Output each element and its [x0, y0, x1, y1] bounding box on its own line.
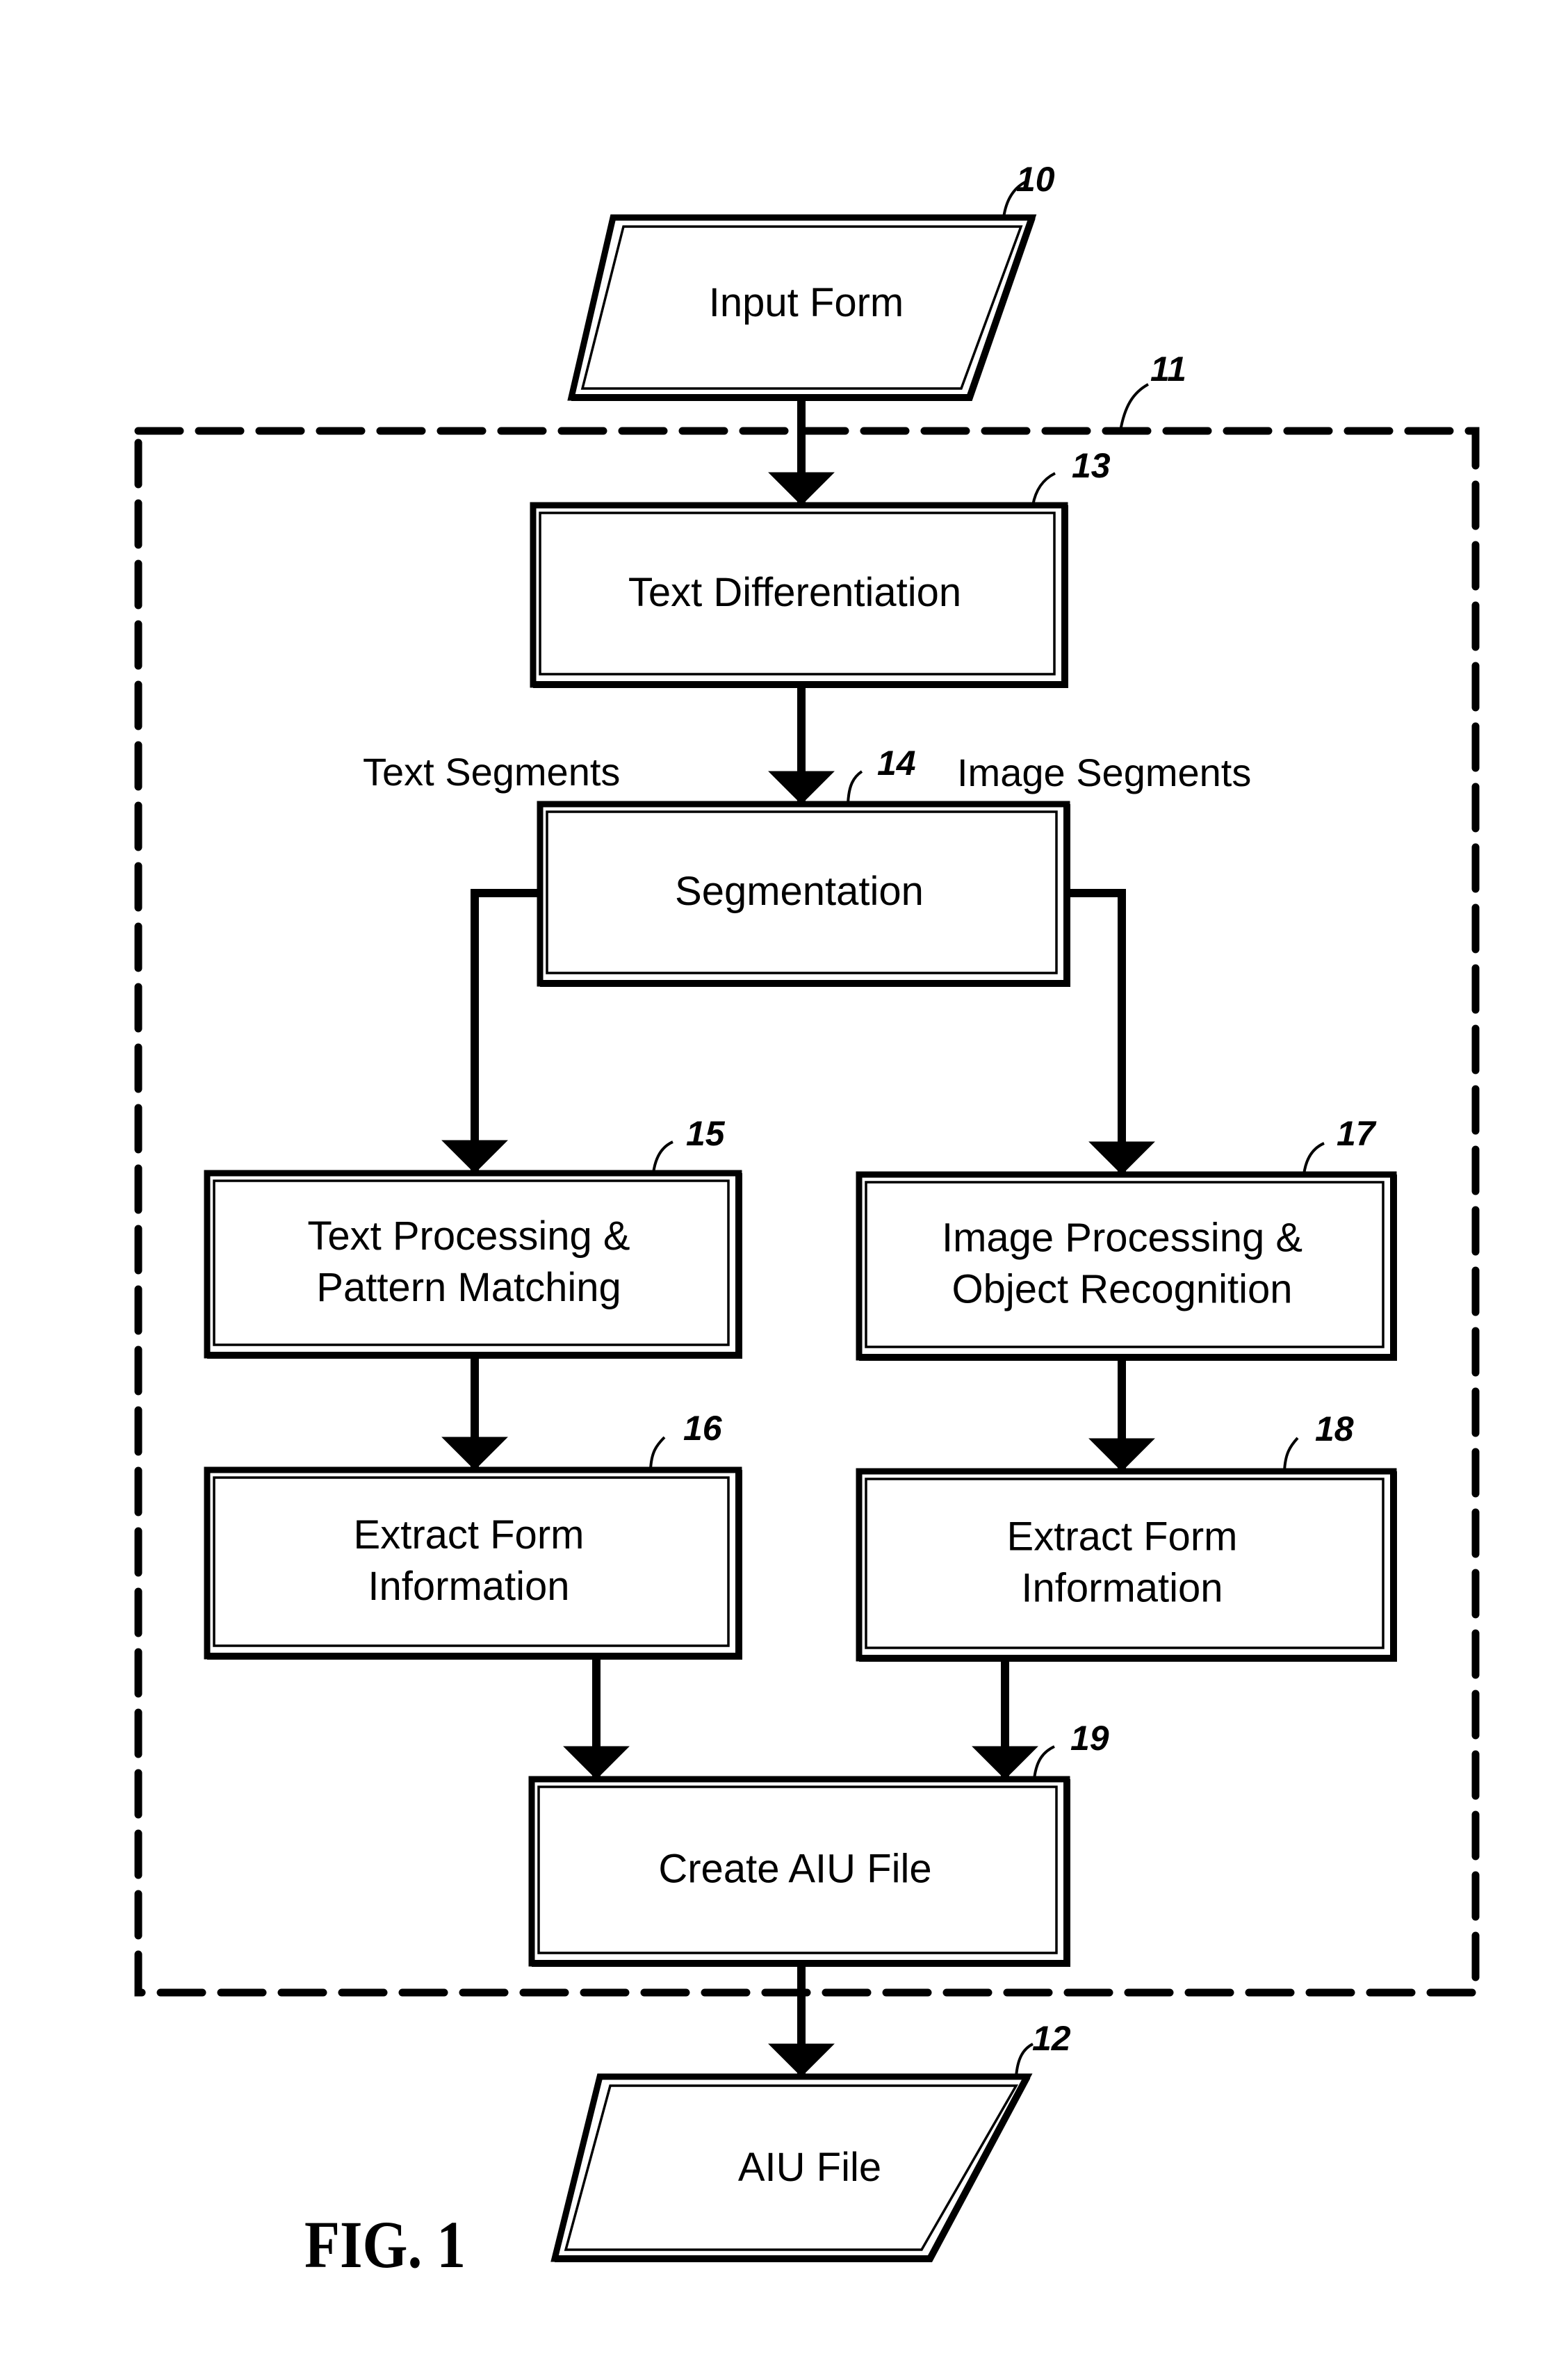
ref-leader-line	[649, 1436, 666, 1471]
node-text-differentiation: Text Differentiation 13	[530, 446, 1111, 688]
ref-number: 18	[1315, 1409, 1354, 1448]
node-image-processing: Image Processing & Object Recognition 17	[856, 1114, 1397, 1361]
node-label: Information	[1021, 1566, 1223, 1611]
node-create-aiu-file: Create AIU File 19	[528, 1719, 1109, 1967]
node-shape	[204, 1170, 742, 1359]
ref-number-frame: 11	[1150, 350, 1186, 389]
node-label: Text Processing &	[307, 1213, 630, 1259]
edge-label-text-segments: Text Segments	[363, 750, 620, 794]
ref-leader-line	[847, 770, 863, 805]
edge-segmentation-to-imageproc	[1067, 889, 1155, 1175]
edge-segmentation-to-textproc	[441, 889, 540, 1174]
ref-leader-line	[1015, 2043, 1034, 2077]
edge-label-image-segments: Image Segments	[957, 751, 1251, 794]
ref-number: 12	[1032, 2019, 1071, 2058]
node-input-form: Input Form 10	[567, 160, 1055, 401]
figure-caption: FIG. 1	[304, 2207, 466, 2282]
ref-leader-line	[652, 1140, 673, 1174]
node-aiu-file: AIU File 12	[550, 2019, 1071, 2262]
ref-leader-line	[1283, 1437, 1299, 1472]
node-label: Input Form	[709, 280, 904, 325]
ref-number: 13	[1072, 446, 1111, 485]
node-label: Extract Form	[354, 1512, 585, 1557]
ref-number: 14	[877, 744, 916, 783]
ref-number: 15	[686, 1114, 726, 1153]
ref-leader-line	[1302, 1142, 1325, 1175]
flowchart-diagram: 11 Text Segments Image Segments Input Fo…	[134, 160, 1480, 2282]
node-shape	[856, 1171, 1397, 1361]
node-shape	[204, 1466, 742, 1660]
node-label: AIU File	[738, 2145, 881, 2190]
ref-number: 16	[683, 1409, 723, 1448]
node-label: Extract Form	[1007, 1514, 1238, 1560]
node-extract-form-info-image: Extract Form Information 18	[856, 1409, 1397, 1662]
node-label: Object Recognition	[952, 1267, 1292, 1312]
ref-number: 10	[1016, 160, 1055, 199]
ref-number: 19	[1070, 1719, 1109, 1758]
node-shape	[856, 1468, 1397, 1662]
ref-number: 17	[1337, 1114, 1377, 1153]
node-label: Text Differentiation	[628, 570, 961, 615]
ref-leader-line	[1033, 1745, 1055, 1780]
node-label: Information	[368, 1564, 569, 1609]
ref-leader-line	[1031, 472, 1056, 506]
node-label: Segmentation	[675, 869, 924, 914]
node-label: Create AIU File	[658, 1847, 931, 1892]
node-label: Image Processing &	[942, 1216, 1302, 1261]
node-label: Pattern Matching	[316, 1265, 621, 1310]
